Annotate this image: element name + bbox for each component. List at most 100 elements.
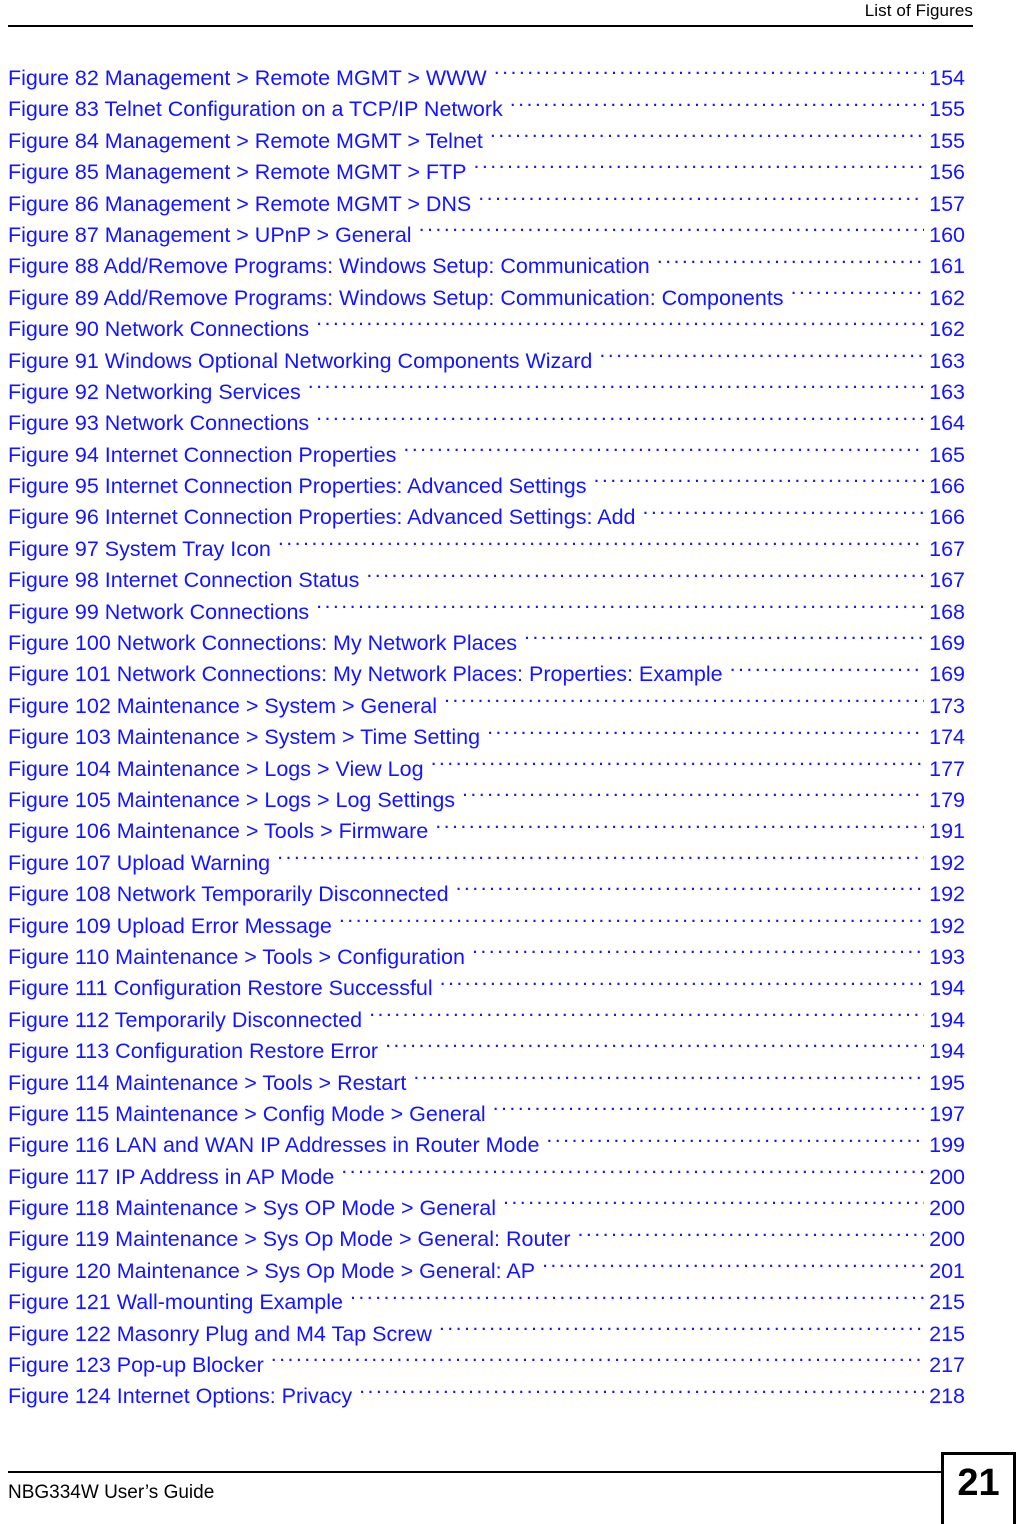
toc-entry-page-number: 160 — [929, 222, 965, 247]
toc-entry-page-number: 163 — [929, 348, 965, 373]
toc-entry[interactable]: Figure 115 Maintenance > Config Mode > G… — [8, 1099, 965, 1130]
page-header: List of Figures — [8, 0, 973, 30]
toc-dot-leader — [440, 974, 924, 996]
toc-entry[interactable]: Figure 124 Internet Options: Privacy 218 — [8, 1381, 965, 1412]
toc-entry[interactable]: Figure 88 Add/Remove Programs: Windows S… — [8, 251, 965, 282]
toc-entry-page-number: 218 — [929, 1384, 965, 1409]
toc-entry[interactable]: Figure 85 Management > Remote MGMT > FTP… — [8, 157, 965, 188]
toc-entry-label: Figure 108 Network Temporarily Disconnec… — [8, 882, 449, 907]
toc-entry[interactable]: Figure 100 Network Connections: My Netwo… — [8, 628, 965, 659]
toc-dot-leader — [503, 1194, 924, 1216]
toc-entry-page-number: 166 — [929, 505, 965, 530]
toc-entry-label: Figure 119 Maintenance > Sys Op Mode > G… — [8, 1227, 571, 1252]
toc-entry[interactable]: Figure 95 Internet Connection Properties… — [8, 471, 965, 502]
toc-entry-label: Figure 124 Internet Options: Privacy — [8, 1384, 353, 1409]
toc-entry[interactable]: Figure 91 Windows Optional Networking Co… — [8, 346, 965, 377]
toc-entry-label: Figure 122 Masonry Plug and M4 Tap Screw — [8, 1321, 432, 1346]
toc-dot-leader — [278, 534, 924, 556]
toc-dot-leader — [369, 1005, 924, 1027]
toc-entry-label: Figure 85 Management > Remote MGMT > FTP — [8, 160, 467, 185]
toc-entry[interactable]: Figure 92 Networking Services 163 — [8, 377, 965, 408]
toc-entry-page-number: 194 — [929, 1007, 965, 1032]
toc-entry-page-number: 161 — [929, 254, 965, 279]
toc-entry-label: Figure 118 Maintenance > Sys OP Mode > G… — [8, 1196, 497, 1221]
toc-entry[interactable]: Figure 112 Temporarily Disconnected 194 — [8, 1005, 965, 1036]
toc-entry-page-number: 166 — [929, 474, 965, 499]
toc-dot-leader — [271, 1351, 924, 1373]
toc-entry[interactable]: Figure 113 Configuration Restore Error 19… — [8, 1036, 965, 1067]
toc-entry-label: Figure 88 Add/Remove Programs: Windows S… — [8, 254, 650, 279]
toc-entry[interactable]: Figure 116 LAN and WAN IP Addresses in R… — [8, 1130, 965, 1161]
toc-entry[interactable]: Figure 97 System Tray Icon 167 — [8, 534, 965, 565]
toc-entry[interactable]: Figure 84 Management > Remote MGMT > Tel… — [8, 126, 965, 157]
toc-entry-label: Figure 113 Configuration Restore Error — [8, 1039, 379, 1064]
toc-entry[interactable]: Figure 122 Masonry Plug and M4 Tap Screw… — [8, 1319, 965, 1350]
toc-entry[interactable]: Figure 105 Maintenance > Logs > Log Sett… — [8, 785, 965, 816]
toc-dot-leader — [791, 283, 925, 305]
toc-entry-page-number: 167 — [929, 568, 965, 593]
toc-entry-label: Figure 95 Internet Connection Properties… — [8, 474, 587, 499]
toc-dot-leader — [403, 440, 924, 462]
toc-entry[interactable]: Figure 83 Telnet Configuration on a TCP/… — [8, 94, 965, 125]
toc-entry-page-number: 162 — [929, 317, 965, 342]
toc-dot-leader — [494, 64, 924, 86]
toc-dot-leader — [642, 503, 924, 525]
toc-entry-page-number: 167 — [929, 536, 965, 561]
toc-entry[interactable]: Figure 121 Wall-mounting Example 215 — [8, 1287, 965, 1318]
toc-entry[interactable]: Figure 101 Network Connections: My Netwo… — [8, 659, 965, 690]
toc-entry[interactable]: Figure 86 Management > Remote MGMT > DNS… — [8, 189, 965, 220]
toc-entry[interactable]: Figure 93 Network Connections 164 — [8, 408, 965, 439]
toc-entry-label: Figure 86 Management > Remote MGMT > DNS — [8, 191, 472, 216]
toc-entry[interactable]: Figure 103 Maintenance > System > Time S… — [8, 722, 965, 753]
toc-entry-page-number: 173 — [929, 693, 965, 718]
toc-entry[interactable]: Figure 99 Network Connections 168 — [8, 597, 965, 628]
toc-entry-page-number: 174 — [929, 725, 965, 750]
toc-entry[interactable]: Figure 98 Internet Connection Status 167 — [8, 565, 965, 596]
toc-entry-label: Figure 117 IP Address in AP Mode — [8, 1164, 335, 1189]
footer-divider — [8, 1471, 942, 1473]
toc-entry[interactable]: Figure 102 Maintenance > System > Genera… — [8, 691, 965, 722]
toc-entry-label: Figure 109 Upload Error Message — [8, 913, 332, 938]
toc-entry-label: Figure 91 Windows Optional Networking Co… — [8, 348, 593, 373]
document-page: List of Figures Figure 82 Management > R… — [0, 0, 1018, 1524]
toc-entry[interactable]: Figure 90 Network Connections 162 — [8, 314, 965, 345]
toc-entry-page-number: 168 — [929, 599, 965, 624]
toc-entry-label: Figure 106 Maintenance > Tools > Firmwar… — [8, 819, 429, 844]
toc-entry[interactable]: Figure 114 Maintenance > Tools > Restart… — [8, 1068, 965, 1099]
toc-entry[interactable]: Figure 107 Upload Warning 192 — [8, 848, 965, 879]
toc-entry[interactable]: Figure 109 Upload Error Message 192 — [8, 911, 965, 942]
toc-dot-leader — [316, 597, 924, 619]
toc-entry[interactable]: Figure 106 Maintenance > Tools > Firmwar… — [8, 816, 965, 847]
toc-entry-page-number: 193 — [929, 944, 965, 969]
list-of-figures: Figure 82 Management > Remote MGMT > WWW… — [8, 63, 965, 1413]
toc-entry-page-number: 165 — [929, 442, 965, 467]
toc-entry[interactable]: Figure 111 Configuration Restore Success… — [8, 973, 965, 1004]
toc-entry[interactable]: Figure 123 Pop-up Blocker 217 — [8, 1350, 965, 1381]
toc-entry[interactable]: Figure 120 Maintenance > Sys Op Mode > G… — [8, 1256, 965, 1287]
toc-dot-leader — [431, 754, 925, 776]
toc-entry-page-number: 162 — [929, 285, 965, 310]
toc-dot-leader — [339, 911, 924, 933]
toc-dot-leader — [439, 1319, 924, 1341]
toc-entry-page-number: 157 — [929, 191, 965, 216]
toc-entry[interactable]: Figure 82 Management > Remote MGMT > WWW… — [8, 63, 965, 94]
toc-entry[interactable]: Figure 118 Maintenance > Sys OP Mode > G… — [8, 1193, 965, 1224]
toc-entry[interactable]: Figure 110 Maintenance > Tools > Configu… — [8, 942, 965, 973]
toc-entry[interactable]: Figure 89 Add/Remove Programs: Windows S… — [8, 283, 965, 314]
toc-entry[interactable]: Figure 117 IP Address in AP Mode 200 — [8, 1162, 965, 1193]
toc-dot-leader — [413, 1068, 924, 1090]
toc-dot-leader — [456, 880, 925, 902]
toc-entry-label: Figure 110 Maintenance > Tools > Configu… — [8, 944, 465, 969]
toc-entry[interactable]: Figure 94 Internet Connection Properties… — [8, 440, 965, 471]
toc-entry[interactable]: Figure 104 Maintenance > Logs > View Log… — [8, 754, 965, 785]
toc-dot-leader — [657, 252, 924, 274]
toc-entry[interactable]: Figure 87 Management > UPnP > General 160 — [8, 220, 965, 251]
toc-dot-leader — [730, 660, 925, 682]
toc-dot-leader — [493, 1099, 924, 1121]
toc-dot-leader — [359, 1382, 924, 1404]
toc-entry[interactable]: Figure 119 Maintenance > Sys Op Mode > G… — [8, 1224, 965, 1255]
page-footer: NBG334W User’s Guide 21 — [0, 1452, 1018, 1524]
toc-entry[interactable]: Figure 108 Network Temporarily Disconnec… — [8, 879, 965, 910]
toc-dot-leader — [385, 1037, 924, 1059]
toc-entry[interactable]: Figure 96 Internet Connection Properties… — [8, 502, 965, 533]
